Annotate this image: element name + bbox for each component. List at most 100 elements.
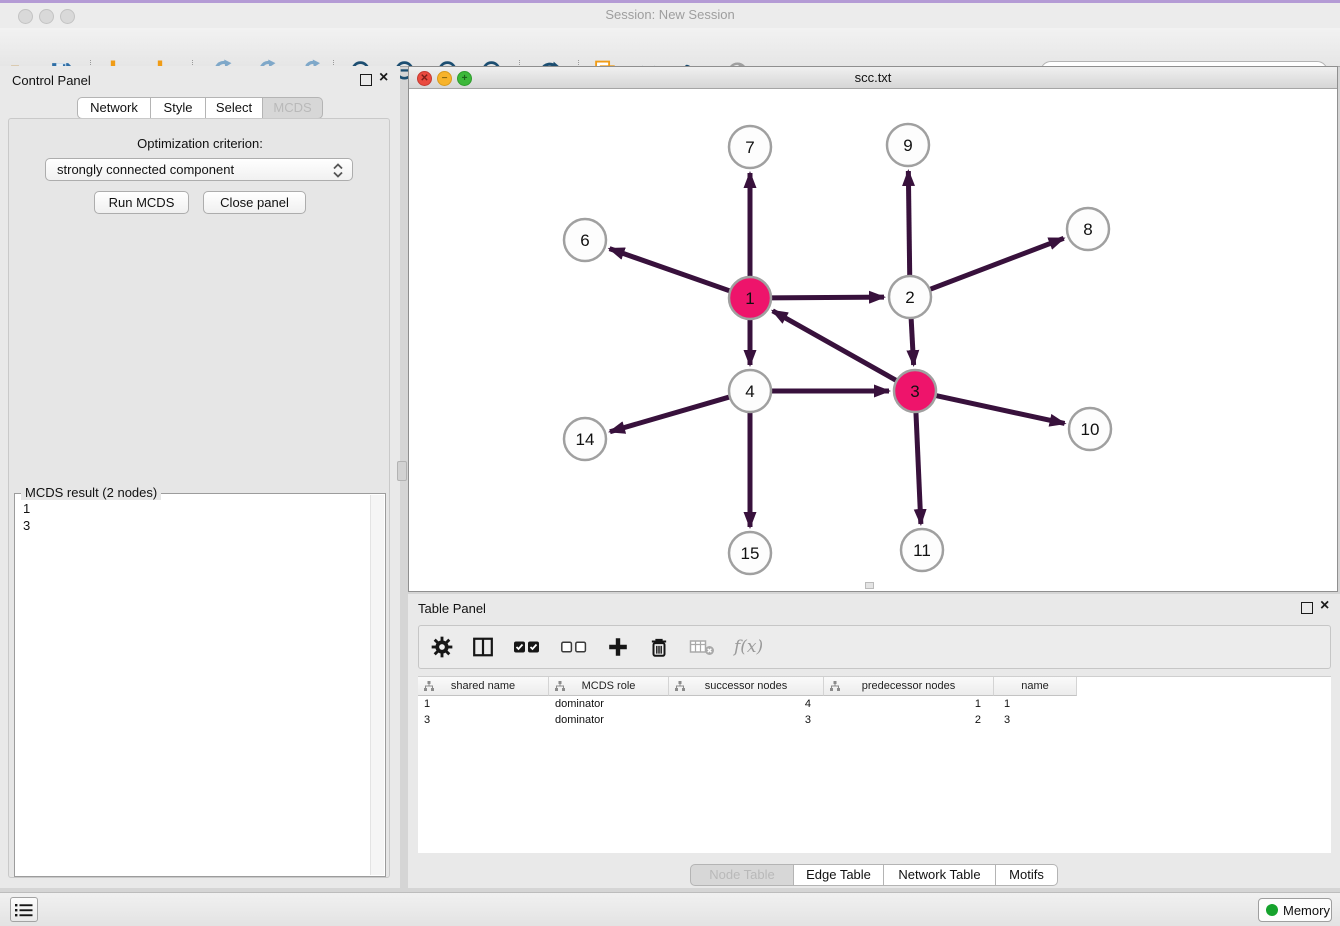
graph-node-15[interactable]: 15 [729,532,771,574]
delete-table-icon [689,636,715,658]
network-view-window: ✕ − + scc.txt 1 2 3 4 6 7 8 9 10 11 14 15 [408,66,1338,592]
run-mcds-button[interactable]: Run MCDS [94,191,189,214]
float-table-panel-icon[interactable] [1301,602,1313,614]
column-header-mcds-role[interactable]: MCDS role [549,677,669,696]
table-row[interactable]: 3 dominator 3 2 3 [418,712,1077,728]
graph-edge-2-8[interactable] [928,238,1064,290]
show-column-panel-icon[interactable] [472,636,494,658]
mcds-result-title: MCDS result (2 nodes) [21,485,161,500]
table-panel-title: Table Panel [418,601,486,616]
graph-node-2[interactable]: 2 [889,276,931,318]
column-label: predecessor nodes [862,680,956,692]
graph-node-label: 10 [1081,420,1100,439]
add-column-icon[interactable] [607,636,629,658]
result-scrollbar[interactable] [370,495,384,875]
network-window-titlebar[interactable]: ✕ − + scc.txt [409,67,1337,89]
network-graph[interactable]: 1 2 3 4 6 7 8 9 10 11 14 15 [409,89,1337,591]
cell-name: 3 [994,712,1077,728]
graph-node-9[interactable]: 9 [887,124,929,166]
close-table-panel-icon[interactable]: × [1320,598,1329,614]
graph-edge-2-9[interactable] [908,171,909,278]
float-panel-icon[interactable] [360,74,372,86]
column-header-name[interactable]: name [994,677,1077,696]
table-settings-gear-icon[interactable] [431,636,453,658]
criterion-dropdown[interactable]: strongly connected component [45,158,353,181]
graph-node-label: 7 [745,138,754,157]
memory-status-button[interactable]: Memory [1258,898,1332,922]
close-panel-icon[interactable]: × [379,70,388,86]
graph-node-label: 2 [905,288,914,307]
close-panel-button[interactable]: Close panel [203,191,306,214]
main-toolbar [0,28,1340,67]
column-header-predecessor-nodes[interactable]: predecessor nodes [824,677,994,696]
cell-successor-nodes: 4 [669,696,824,712]
graph-edge-3-11[interactable] [916,410,921,524]
tab-mcds[interactable]: MCDS [263,97,323,119]
cell-shared-name: 1 [418,696,549,712]
table-toolbar: f(x) [418,625,1331,669]
graph-node-label: 4 [745,382,754,401]
cell-shared-name: 3 [418,712,549,728]
application-window: Session: New Session [0,0,1340,926]
task-history-button[interactable] [10,897,38,922]
graph-node-6[interactable]: 6 [564,219,606,261]
graph-node-3[interactable]: 3 [894,370,936,412]
control-panel: Control Panel × Network Style Select MCD… [0,66,400,888]
graph-node-1[interactable]: 1 [729,277,771,319]
graph-node-label: 8 [1083,220,1092,239]
task-list-icon [15,903,33,918]
graph-node-7[interactable]: 7 [729,126,771,168]
graph-node-label: 11 [913,541,931,560]
control-panel-title: Control Panel [12,73,91,88]
mcds-result-line: 1 [23,500,30,517]
graph-edge-4-14[interactable] [610,396,732,431]
node-table: shared name MCDS role successor nodes pr… [418,676,1331,853]
table-panel: Table Panel × f(x) [408,594,1340,888]
tab-network-table[interactable]: Network Table [884,864,996,886]
column-label: MCDS role [582,680,636,692]
graph-node-4[interactable]: 4 [729,370,771,412]
memory-label: Memory [1283,903,1330,918]
dropdown-stepper-icon [331,162,345,179]
graph-edge-3-10[interactable] [934,395,1065,423]
graph-node-label: 15 [741,544,760,563]
mcds-result-line: 3 [23,517,30,534]
tab-motifs[interactable]: Motifs [996,864,1058,886]
graph-node-8[interactable]: 8 [1067,208,1109,250]
window-resize-handle[interactable] [865,582,874,589]
column-header-shared-name[interactable]: shared name [418,677,549,696]
graph-edge-3-1[interactable] [773,311,899,382]
delete-column-trash-icon[interactable] [648,636,670,658]
cell-predecessor-nodes: 2 [824,712,994,728]
graph-edge-1-6[interactable] [610,249,733,292]
control-panel-header: Control Panel × [0,66,400,96]
network-window-title: scc.txt [409,70,1337,85]
column-header-successor-nodes[interactable]: successor nodes [669,677,824,696]
graph-node-10[interactable]: 10 [1069,408,1111,450]
network-canvas[interactable]: 1 2 3 4 6 7 8 9 10 11 14 15 [409,89,1337,591]
graph-node-11[interactable]: 11 [901,529,943,571]
control-panel-tabs: Network Style Select MCDS [77,97,323,119]
cell-mcds-role: dominator [549,712,669,728]
mcds-result-values: 1 3 [23,500,30,534]
graph-node-label: 9 [903,136,912,155]
column-namespace-icon [675,681,685,691]
tab-edge-table[interactable]: Edge Table [794,864,884,886]
select-all-rows-icon[interactable] [513,636,541,658]
criterion-value: strongly connected component [57,162,234,177]
column-namespace-icon [555,681,565,691]
tab-select[interactable]: Select [206,97,263,119]
graph-edge-1-2[interactable] [769,297,884,298]
deselect-all-rows-icon[interactable] [560,636,588,658]
panel-splitter-handle[interactable] [397,461,407,481]
tab-network[interactable]: Network [77,97,151,119]
graph-edge-2-3[interactable] [911,316,914,365]
cell-successor-nodes: 3 [669,712,824,728]
tab-style[interactable]: Style [151,97,206,119]
tab-node-table[interactable]: Node Table [690,864,794,886]
status-bar: Memory [0,892,1340,926]
table-tabs-segment: Node Table Edge Table Network Table Moti… [690,864,1058,886]
table-row[interactable]: 1 dominator 4 1 1 [418,696,1077,712]
graph-node-14[interactable]: 14 [564,418,606,460]
graph-node-label: 6 [580,231,589,250]
